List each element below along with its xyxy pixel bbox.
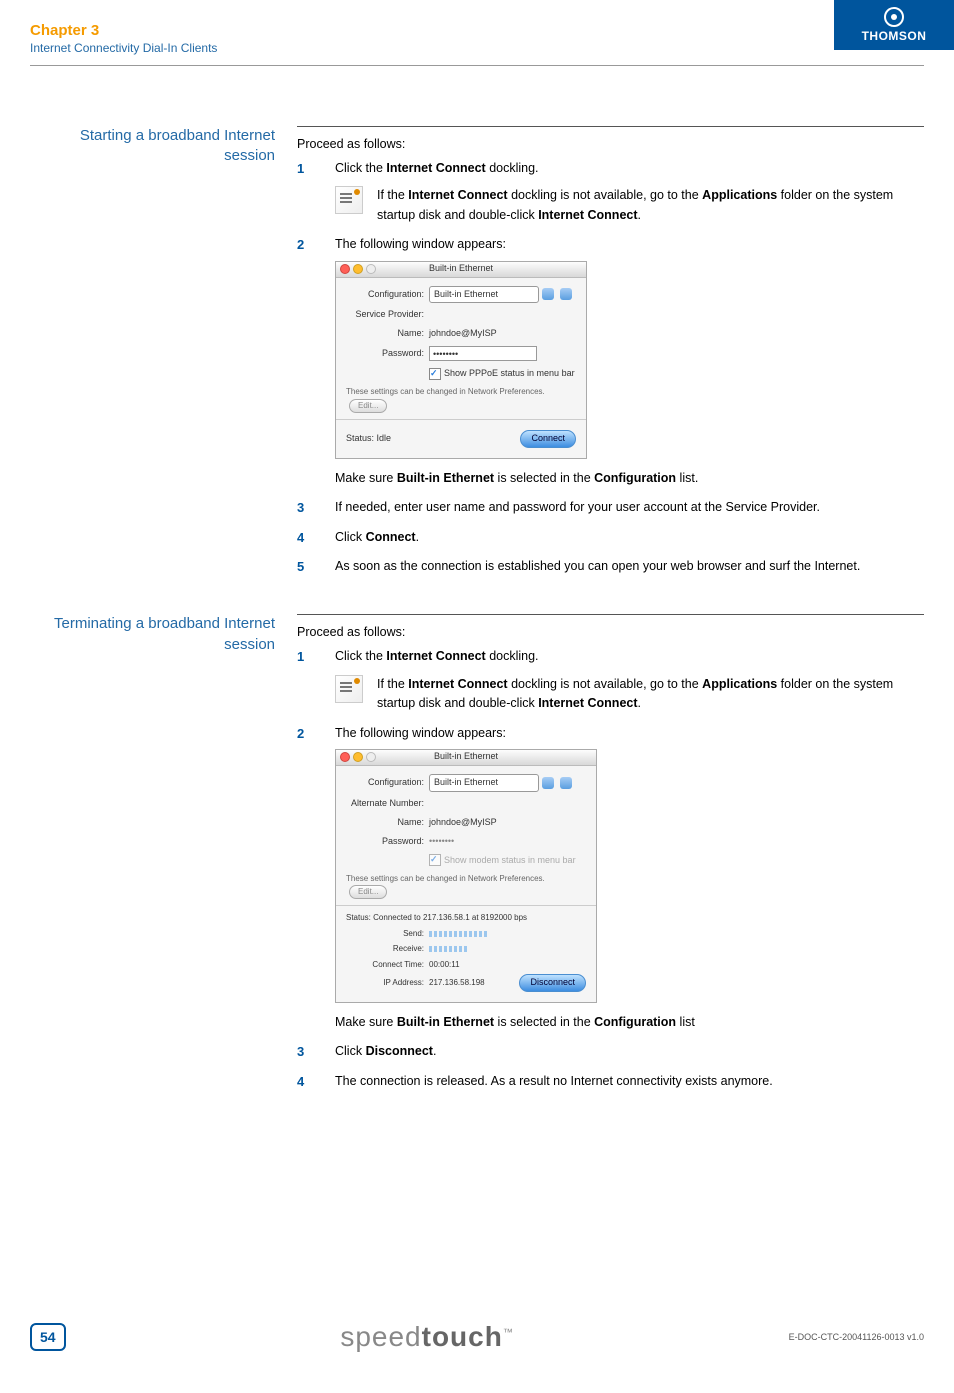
- intro-text: Proceed as follows:: [297, 137, 924, 151]
- note-icon: [335, 186, 363, 214]
- step-3: 3 Click Disconnect.: [297, 1042, 924, 1061]
- config-label: Configuration:: [346, 288, 429, 302]
- show-status-checkbox: [429, 854, 441, 866]
- receive-meter: [429, 946, 469, 952]
- step-2: 2 The following window appears: Built-in…: [297, 724, 924, 1033]
- step-5: 5 As soon as the connection is establish…: [297, 557, 924, 576]
- note-text: If the Internet Connect dockling is not …: [377, 186, 924, 225]
- step-3: 3 If needed, enter user name and passwor…: [297, 498, 924, 517]
- name-label: Name:: [346, 816, 429, 830]
- name-value: johndoe@MyISP: [429, 327, 576, 341]
- step-2: 2 The following window appears: Built-in…: [297, 235, 924, 488]
- step-1: 1 Click the Internet Connect dockling. I…: [297, 159, 924, 225]
- internet-connect-window: Built-in Ethernet Configuration: Built-i…: [335, 261, 587, 459]
- phone-icon[interactable]: [560, 288, 572, 300]
- configuration-select[interactable]: Built-in Ethernet: [429, 286, 539, 304]
- step-4: 4 The connection is released. As a resul…: [297, 1072, 924, 1091]
- step-number: 2: [297, 235, 304, 255]
- step-number: 4: [297, 1072, 304, 1092]
- window-title: Built-in Ethernet: [336, 750, 596, 764]
- section-heading: Starting a broadband Internet session: [30, 126, 297, 586]
- checkbox-label: Show PPPoE status in menu bar: [444, 368, 575, 378]
- send-meter: [429, 931, 489, 937]
- password-label: Password:: [346, 347, 429, 361]
- section-starting: Starting a broadband Internet session Pr…: [30, 126, 924, 586]
- checkbox-label: Show modem status in menu bar: [444, 855, 576, 865]
- page-number: 54: [30, 1323, 66, 1351]
- select-arrows-icon[interactable]: [542, 288, 554, 300]
- step-number: 1: [297, 159, 304, 179]
- internet-connect-window-connected: Built-in Ethernet Configuration: Built-i…: [335, 749, 597, 1003]
- service-provider-label: Service Provider:: [346, 308, 429, 322]
- section-heading: Terminating a broadband Internet session: [30, 614, 297, 1101]
- chapter-subtitle: Internet Connectivity Dial-In Clients: [30, 41, 217, 55]
- note-icon: [335, 675, 363, 703]
- show-status-checkbox[interactable]: [429, 368, 441, 380]
- password-input[interactable]: ••••••••: [429, 346, 537, 361]
- speedtouch-logo: speedtouch™: [340, 1321, 514, 1353]
- thomson-logo: THOMSON: [834, 0, 954, 50]
- password-label: Password:: [346, 835, 429, 849]
- disconnect-button[interactable]: Disconnect: [519, 974, 586, 992]
- thomson-icon: [884, 7, 904, 27]
- connect-time-value: 00:00:11: [429, 959, 460, 971]
- chapter-title: Chapter 3: [30, 22, 217, 39]
- name-label: Name:: [346, 327, 429, 341]
- alternate-number-label: Alternate Number:: [346, 797, 429, 811]
- step-number: 5: [297, 557, 304, 577]
- ip-address-value: 217.136.58.198: [429, 977, 485, 989]
- page-footer: 54 speedtouch™ E-DOC-CTC-20041126-0013 v…: [0, 1321, 954, 1393]
- phone-icon[interactable]: [560, 777, 572, 789]
- edit-button[interactable]: Edit...: [349, 885, 387, 899]
- note-text: If the Internet Connect dockling is not …: [377, 675, 924, 714]
- step-number: 1: [297, 647, 304, 667]
- step-number: 4: [297, 528, 304, 548]
- status-value: Connected to 217.136.58.1 at 8192000 bps: [373, 913, 527, 922]
- connect-button[interactable]: Connect: [520, 430, 576, 448]
- select-arrows-icon[interactable]: [542, 777, 554, 789]
- name-value: johndoe@MyISP: [429, 816, 586, 830]
- password-value: ••••••••: [429, 835, 586, 849]
- section-terminating: Terminating a broadband Internet session…: [30, 614, 924, 1101]
- step-1: 1 Click the Internet Connect dockling. I…: [297, 647, 924, 713]
- edit-button[interactable]: Edit...: [349, 399, 387, 413]
- page-header: Chapter 3 Internet Connectivity Dial-In …: [0, 0, 954, 61]
- step-number: 3: [297, 1042, 304, 1062]
- config-label: Configuration:: [346, 776, 429, 790]
- thomson-text: THOMSON: [862, 29, 927, 43]
- configuration-select[interactable]: Built-in Ethernet: [429, 774, 539, 792]
- window-title: Built-in Ethernet: [336, 262, 586, 276]
- step-number: 3: [297, 498, 304, 518]
- step-4: 4 Click Connect.: [297, 528, 924, 547]
- intro-text: Proceed as follows:: [297, 625, 924, 639]
- document-version: E-DOC-CTC-20041126-0013 v1.0: [789, 1332, 924, 1342]
- step-number: 2: [297, 724, 304, 744]
